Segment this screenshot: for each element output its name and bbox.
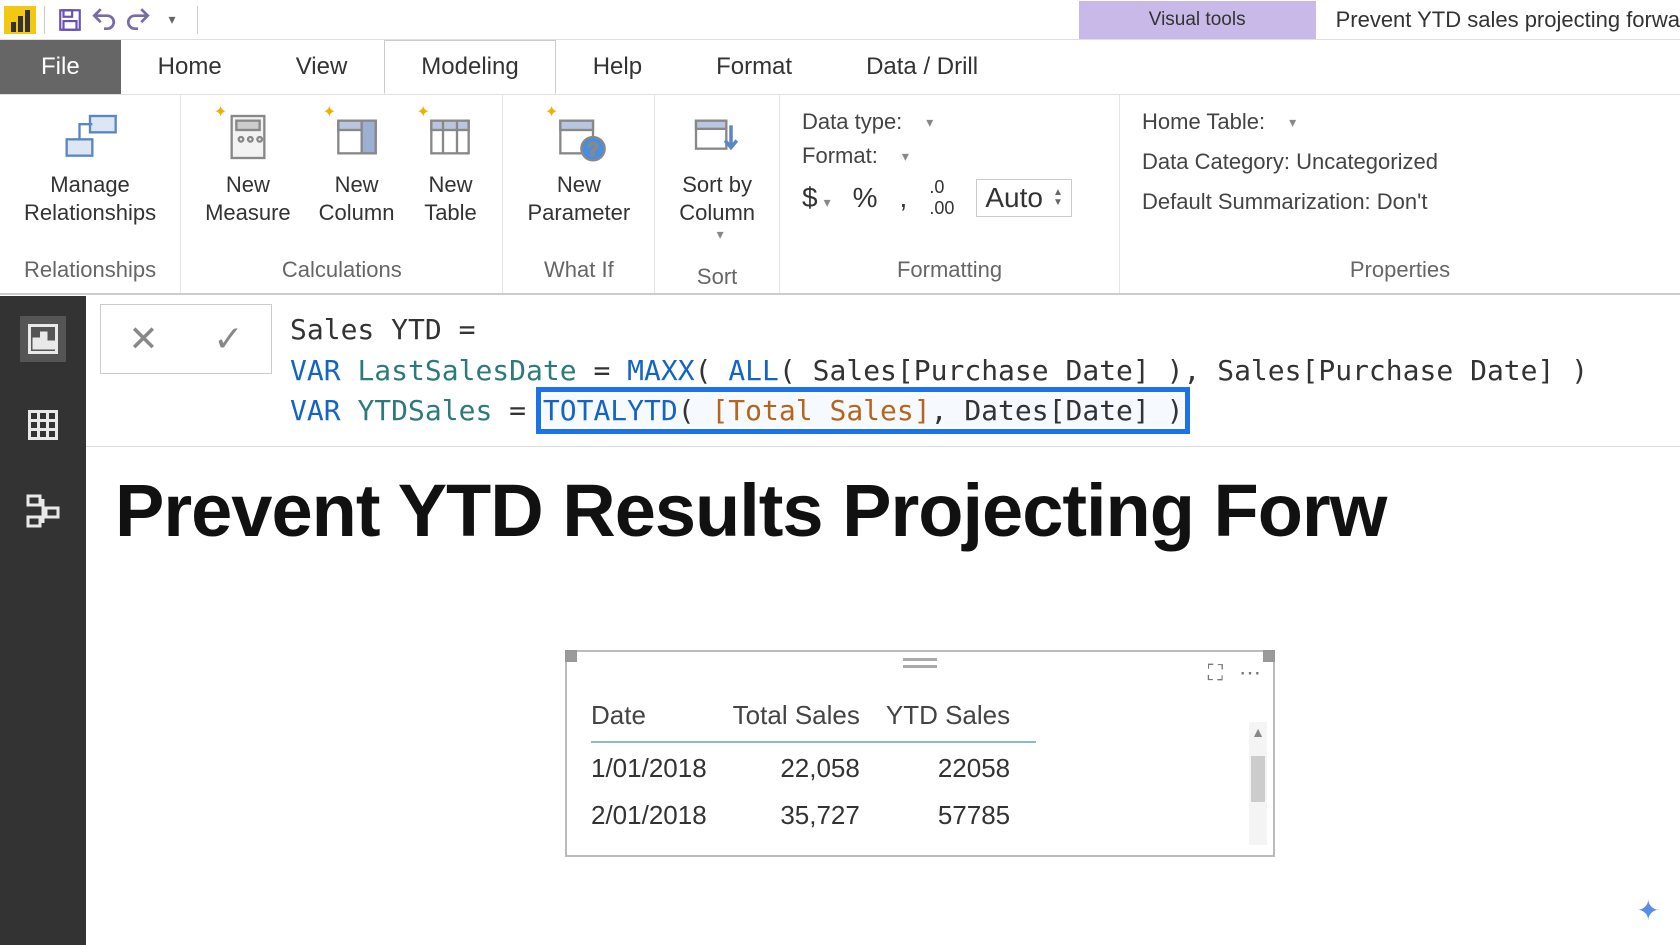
subscribe-icon: ✦ bbox=[1637, 894, 1660, 927]
cell: 1/01/2018 bbox=[591, 742, 733, 790]
tab-file[interactable]: File bbox=[0, 40, 121, 94]
column-icon: ✦ bbox=[329, 109, 385, 165]
visual-tools-tab[interactable]: Visual tools bbox=[1079, 1, 1316, 39]
decimal-places-stepper[interactable]: Auto ▲▼ bbox=[976, 179, 1072, 217]
group-label: Formatting bbox=[780, 251, 1119, 293]
scroll-thumb[interactable] bbox=[1251, 756, 1265, 802]
visual-header: ⛶ ⋯ bbox=[567, 652, 1273, 674]
parameter-icon: ✦ ? bbox=[551, 109, 607, 165]
group-sort: Sort by Column▾ Sort bbox=[655, 95, 780, 293]
relationships-icon bbox=[62, 109, 118, 165]
group-label: Sort bbox=[655, 258, 779, 300]
col-header-ytd[interactable]: YTD Sales bbox=[886, 692, 1036, 742]
separator bbox=[44, 6, 45, 34]
table-row[interactable]: 1/01/2018 22,058 22058 bbox=[591, 742, 1036, 790]
table-icon: ✦ bbox=[422, 109, 478, 165]
report-canvas[interactable]: Prevent YTD Results Projecting Forw ⛶ ⋯ … bbox=[95, 450, 1680, 945]
datacategory-label: Data Category: Uncategorized bbox=[1142, 149, 1438, 175]
label: Manage Relationships bbox=[24, 171, 156, 226]
group-label: Relationships bbox=[0, 251, 180, 293]
focus-mode-button[interactable]: ⛶ bbox=[1208, 660, 1223, 686]
group-label: Properties bbox=[1120, 251, 1680, 293]
sort-by-column-button[interactable]: Sort by Column▾ bbox=[665, 103, 769, 250]
new-measure-button[interactable]: ✦ New Measure bbox=[191, 103, 305, 232]
app-icon bbox=[4, 6, 36, 34]
tab-view[interactable]: View bbox=[259, 40, 385, 94]
cell: 57785 bbox=[886, 790, 1036, 837]
separator bbox=[197, 6, 198, 34]
measure-icon: ✦ bbox=[220, 109, 276, 165]
title-bar: ▾ Visual tools Prevent YTD sales project… bbox=[0, 0, 1680, 40]
cell: 35,727 bbox=[733, 790, 886, 837]
data-view-button[interactable] bbox=[20, 402, 66, 448]
label: New Column bbox=[319, 171, 395, 226]
cell: 22,058 bbox=[733, 742, 886, 790]
cancel-formula-button[interactable]: ✕ bbox=[128, 318, 158, 360]
format-label: Format: bbox=[802, 143, 878, 169]
new-parameter-button[interactable]: ✦ ? New Parameter bbox=[513, 103, 644, 232]
group-label: What If bbox=[503, 251, 654, 293]
tab-data-drill[interactable]: Data / Drill bbox=[829, 40, 1015, 94]
tab-format[interactable]: Format bbox=[679, 40, 829, 94]
cell: 22058 bbox=[886, 742, 1036, 790]
save-button[interactable] bbox=[53, 3, 87, 37]
ribbon-tabs: File Home View Modeling Help Format Data… bbox=[0, 40, 1680, 95]
col-header-total[interactable]: Total Sales bbox=[733, 692, 886, 742]
hometable-dropdown[interactable]: ▾ bbox=[1289, 114, 1296, 131]
ribbon: Manage Relationships Relationships ✦ New… bbox=[0, 95, 1680, 295]
sort-icon bbox=[689, 109, 745, 165]
formula-bar: ✕ ✓ Sales YTD = VAR LastSalesDate = MAXX… bbox=[86, 296, 1680, 447]
report-view-button[interactable] bbox=[20, 316, 66, 362]
table-row[interactable]: 2/01/2018 35,727 57785 bbox=[591, 790, 1036, 837]
col-header-date[interactable]: Date bbox=[591, 692, 733, 742]
label: New Table bbox=[424, 171, 477, 226]
label: New Measure bbox=[205, 171, 291, 226]
group-formatting: Data type: ▾ Format: ▾ $▾ % , .0.00 Auto… bbox=[780, 95, 1120, 293]
format-dropdown[interactable]: ▾ bbox=[902, 148, 909, 165]
hometable-label: Home Table: bbox=[1142, 109, 1265, 135]
defaultsumm-label: Default Summarization: Don't bbox=[1142, 189, 1427, 215]
formula-actions: ✕ ✓ bbox=[100, 304, 272, 374]
label: Sort by Column bbox=[679, 171, 755, 226]
currency-button[interactable]: $▾ bbox=[802, 182, 831, 214]
group-calculations: ✦ New Measure ✦ New Column ✦ New Table C… bbox=[181, 95, 503, 293]
resize-handle[interactable] bbox=[1263, 650, 1275, 662]
window-title: Prevent YTD sales projecting forwa bbox=[1336, 7, 1680, 33]
group-relationships: Manage Relationships Relationships bbox=[0, 95, 181, 293]
scrollbar[interactable]: ▲ bbox=[1249, 722, 1267, 845]
page-title: Prevent YTD Results Projecting Forw bbox=[115, 468, 1660, 553]
commit-formula-button[interactable]: ✓ bbox=[213, 318, 243, 360]
manage-relationships-button[interactable]: Manage Relationships bbox=[10, 103, 170, 232]
drag-handle[interactable] bbox=[903, 658, 937, 668]
group-properties: Home Table: ▾ Data Category: Uncategorize… bbox=[1120, 95, 1680, 293]
view-switcher bbox=[0, 296, 86, 945]
undo-button[interactable] bbox=[87, 3, 121, 37]
group-label: Calculations bbox=[181, 251, 502, 293]
table-visual[interactable]: ⛶ ⋯ Date Total Sales YTD Sales 1/01/2018… bbox=[565, 650, 1275, 857]
decimals-icon: .0.00 bbox=[929, 177, 954, 219]
datatype-label: Data type: bbox=[802, 109, 902, 135]
percent-button[interactable]: % bbox=[853, 182, 878, 214]
group-whatif: ✦ ? New Parameter What If bbox=[503, 95, 655, 293]
qat-customize-dropdown[interactable]: ▾ bbox=[155, 3, 189, 37]
cell: 2/01/2018 bbox=[591, 790, 733, 837]
resize-handle[interactable] bbox=[565, 650, 577, 662]
datatype-dropdown[interactable]: ▾ bbox=[926, 114, 933, 131]
tab-modeling[interactable]: Modeling bbox=[384, 40, 555, 94]
thousands-button[interactable]: , bbox=[900, 182, 908, 214]
more-options-button[interactable]: ⋯ bbox=[1239, 660, 1261, 686]
tab-help[interactable]: Help bbox=[556, 40, 679, 94]
tab-home[interactable]: Home bbox=[121, 40, 259, 94]
model-view-button[interactable] bbox=[20, 488, 66, 534]
new-column-button[interactable]: ✦ New Column bbox=[305, 103, 409, 232]
table-body: Date Total Sales YTD Sales 1/01/2018 22,… bbox=[567, 674, 1273, 855]
formula-editor[interactable]: Sales YTD = VAR LastSalesDate = MAXX( AL… bbox=[272, 296, 1680, 446]
redo-button[interactable] bbox=[121, 3, 155, 37]
svg-text:?: ? bbox=[588, 139, 598, 160]
new-table-button[interactable]: ✦ New Table bbox=[408, 103, 492, 232]
label: New Parameter bbox=[527, 171, 630, 226]
